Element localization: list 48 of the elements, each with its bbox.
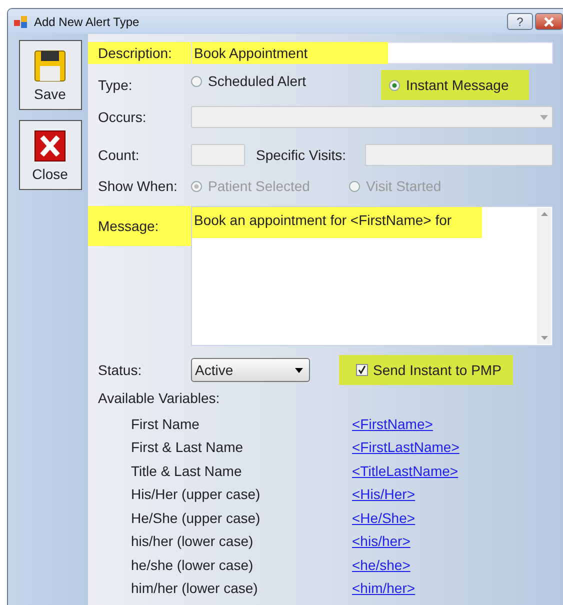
variable-link[interactable]: <He/She>	[352, 510, 416, 526]
variable-link[interactable]: <his/her>	[352, 533, 410, 550]
app-icon	[14, 16, 28, 28]
variable-name: his/her (lower case)	[131, 533, 254, 550]
dropdown-arrow-icon	[540, 114, 548, 120]
variable-name: First & Last Name	[131, 439, 244, 456]
variable-link[interactable]: <FirstLastName>	[352, 439, 460, 456]
variable-name: He/She (upper case)	[131, 510, 262, 526]
message-label: Message:	[88, 206, 191, 246]
variable-name: His/Her (upper case)	[131, 486, 262, 502]
specific-visits-field[interactable]	[365, 144, 553, 166]
radio-option[interactable]: Instant Message	[381, 70, 529, 100]
count-label: Count:	[98, 147, 140, 163]
description-label: Description:	[88, 42, 191, 64]
occurs-dropdown[interactable]	[191, 106, 553, 128]
status-dropdown[interactable]: Active	[191, 358, 310, 382]
description-field[interactable]: Book Appointment	[191, 42, 553, 64]
scroll-up-icon[interactable]	[540, 212, 548, 216]
close-button[interactable]	[535, 13, 563, 30]
variable-name: First Name	[131, 416, 200, 432]
scrollbar[interactable]	[537, 208, 551, 344]
variable-link[interactable]: <His/Her>	[352, 486, 416, 502]
variable-link[interactable]: <TitleLastName>	[352, 462, 458, 479]
status-label: Status:	[98, 362, 143, 378]
available-variables-label: Available Variables:	[98, 390, 221, 408]
checkmark-icon	[357, 365, 367, 375]
send-instant-checkbox[interactable]: Send Instant to PMP	[339, 355, 514, 385]
variable-link[interactable]: <him/her>	[352, 580, 416, 596]
dropdown-arrow-icon	[295, 368, 303, 372]
variable-name: he/she (lower case)	[131, 556, 254, 573]
type-label: Type:	[98, 77, 134, 93]
save-button[interactable]: Save	[18, 40, 82, 110]
window-title: Add New Alert Type	[34, 14, 140, 28]
close-icon	[543, 16, 555, 26]
scroll-down-icon[interactable]	[540, 336, 548, 340]
close-button[interactable]: Close	[18, 120, 82, 190]
variable-link[interactable]: <he/she>	[352, 556, 410, 573]
radio-option[interactable]: Scheduled Alert	[191, 70, 381, 92]
variable-name: Title & Last Name	[131, 462, 243, 479]
help-button[interactable]: ?	[507, 13, 533, 30]
close-icon	[32, 128, 68, 164]
message-field[interactable]: Book an appointment for <FirstName> for	[191, 206, 553, 346]
variable-name: him/her (lower case)	[131, 580, 259, 596]
specific-visits-label: Specific Visits:	[256, 147, 347, 163]
show-when-label: Show When:	[98, 178, 178, 194]
variable-link[interactable]: <FirstName>	[352, 416, 433, 432]
occurs-label: Occurs:	[98, 109, 148, 125]
count-field[interactable]	[191, 144, 245, 166]
